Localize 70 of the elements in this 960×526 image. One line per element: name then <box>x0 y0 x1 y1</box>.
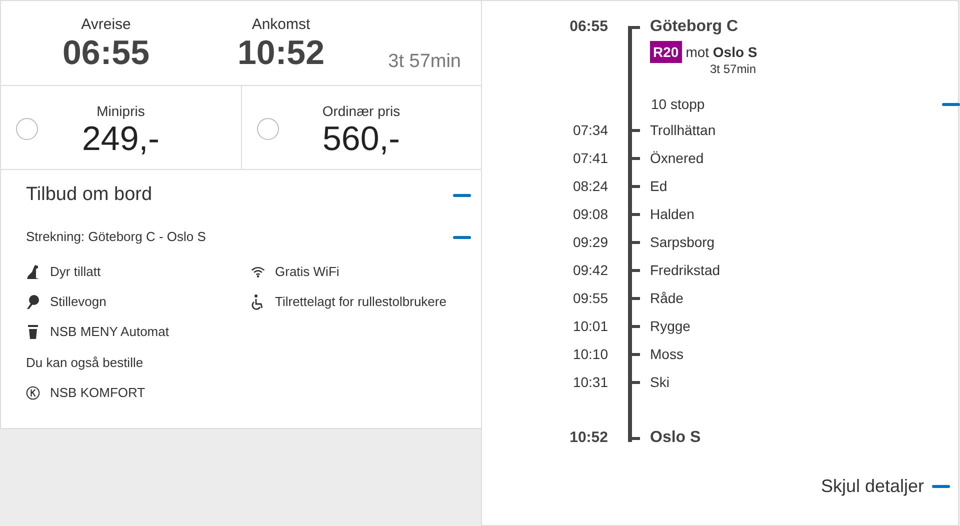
arrival-label: Ankomst <box>252 15 310 35</box>
facility-label: Gratis WiFi <box>275 263 340 282</box>
stop-time: 07:34 <box>572 120 608 140</box>
stop-time: 09:42 <box>572 260 608 280</box>
stop-time: 09:29 <box>572 232 608 252</box>
wheelchair-icon <box>251 294 265 310</box>
station-name: Moss <box>650 344 684 364</box>
stop-time: 10:31 <box>572 372 608 392</box>
direction-text: mot Oslo S <box>686 42 758 62</box>
station-name: Rygge <box>650 316 690 336</box>
cup-icon <box>26 324 40 340</box>
arrival-time: 10:52 <box>238 35 324 71</box>
tick-mark <box>632 212 640 216</box>
station-name: Halden <box>650 204 694 224</box>
line-badge: R20 <box>650 41 682 63</box>
station-name: Göteborg C <box>650 17 738 37</box>
station-name: Fredrikstad <box>650 260 720 280</box>
tick-mark <box>632 436 640 440</box>
tick-mark <box>632 156 640 160</box>
facility-label: Tilrettelagt for rullestolbrukere <box>275 293 446 312</box>
line-duration: 3t 57min <box>709 63 758 75</box>
stop-time: 09:55 <box>572 288 608 308</box>
departure-time: 06:55 <box>62 35 150 71</box>
station-name: Råde <box>650 288 684 308</box>
tick-mark <box>632 268 640 272</box>
stop-time: 10:01 <box>572 316 608 336</box>
station-name: Oslo S <box>650 428 701 448</box>
tick-mark <box>632 240 640 244</box>
stop-time: 10:10 <box>572 344 608 364</box>
station-name: Ed <box>650 176 668 196</box>
facility-label: Dyr tillatt <box>50 263 101 282</box>
stop-time: 08:24 <box>572 176 608 196</box>
hide-details-link[interactable]: Skjul detaljer <box>820 473 924 500</box>
section-title: Tilbud om bord <box>26 182 152 207</box>
collapse-icon[interactable] <box>942 102 960 106</box>
price-amount: 249,- <box>82 120 160 158</box>
facility-label: NSB KOMFORT <box>50 384 146 402</box>
extras-title: Du kan også bestille <box>26 354 144 372</box>
tick-mark <box>632 324 640 328</box>
stop-time: 06:55 <box>568 16 608 37</box>
tick-mark <box>632 380 640 384</box>
tick-mark <box>632 128 640 132</box>
wifi-icon <box>251 265 265 279</box>
price-label: Ordinær pris <box>322 102 400 120</box>
circled-letter-icon <box>26 385 40 401</box>
station-name: Öxnered <box>650 148 704 168</box>
radio-button[interactable] <box>16 118 38 140</box>
station-name: Trollhättan <box>650 120 716 140</box>
collapse-icon[interactable] <box>453 236 471 238</box>
station-name: Sarpsborg <box>650 232 715 252</box>
station-name: Ski <box>650 372 670 392</box>
tick-mark <box>632 184 640 188</box>
stop-time: 09:08 <box>572 204 608 224</box>
duration: 3t 57min <box>388 50 461 74</box>
facility-label: Stillevogn <box>50 293 106 312</box>
collapse-icon[interactable] <box>453 194 471 196</box>
departure-label: Avreise <box>81 15 131 35</box>
bubble-icon <box>26 294 40 310</box>
price-label: Minipris <box>96 102 145 120</box>
dog-icon <box>26 264 40 280</box>
tick-mark <box>632 296 640 300</box>
stops-count: 10 stopp <box>651 94 705 114</box>
stop-time: 10:52 <box>568 428 608 448</box>
facility-label: NSB MENY Automat <box>50 323 169 342</box>
tick-mark <box>632 352 640 356</box>
tick-mark <box>632 26 640 28</box>
price-amount: 560,- <box>322 120 400 158</box>
radio-button[interactable] <box>256 118 278 140</box>
route-label: Strekning: Göteborg C - Oslo S <box>26 228 206 246</box>
stop-time: 07:41 <box>572 148 608 168</box>
